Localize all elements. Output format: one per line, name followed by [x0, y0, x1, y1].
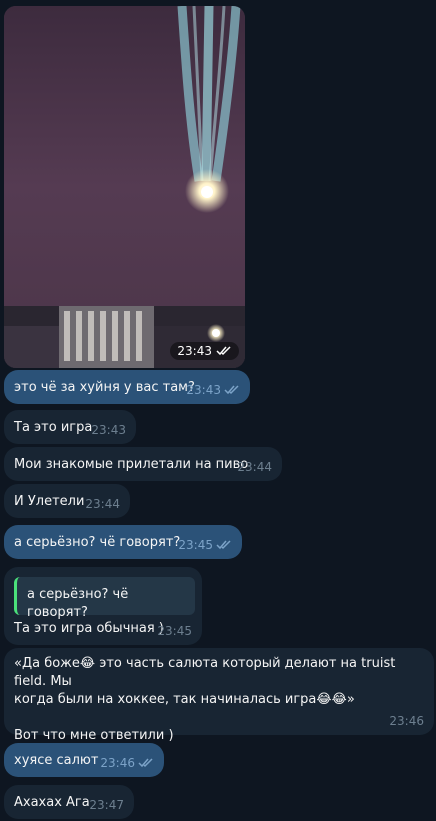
- incoming-message[interactable]: И Улетели 23:44: [4, 484, 130, 518]
- incoming-message[interactable]: Ахахах Ага 23:47: [4, 785, 134, 819]
- read-checkmarks-icon: [224, 385, 240, 395]
- incoming-message[interactable]: «Да боже😂 это часть салюта который делаю…: [4, 648, 434, 743]
- photo-timestamp: 23:43: [170, 342, 239, 360]
- incoming-reply-message[interactable]: а серьёзно? чё говорят? Та это игра обыч…: [4, 567, 202, 645]
- message-meta: 23:45: [178, 536, 232, 554]
- chat-area: 23:43 это чё за хуйня у вас там? 23:43 Т…: [0, 0, 436, 821]
- message-text: хуясе салют: [14, 753, 99, 768]
- message-time: 23:43: [186, 383, 221, 397]
- message-text: И Улетели: [14, 494, 85, 509]
- message-time: 23:43: [91, 423, 126, 437]
- message-meta: 23:45: [157, 622, 192, 640]
- message-text: Мои знакомые прилетали на пиво: [14, 457, 249, 472]
- message-time: 23:47: [89, 798, 124, 812]
- read-checkmarks-icon: [216, 540, 232, 550]
- reply-quote[interactable]: а серьёзно? чё говорят?: [14, 577, 195, 620]
- read-checkmarks-icon: [216, 346, 232, 356]
- reply-quote-text: а серьёзно? чё говорят?: [27, 587, 129, 620]
- message-meta: 23:47: [89, 796, 124, 814]
- message-text: когда были на хоккее, так начиналась игр…: [14, 692, 317, 707]
- message-meta: 23:44: [237, 458, 272, 476]
- photo-message[interactable]: 23:43: [4, 6, 245, 368]
- message-time: 23:44: [237, 460, 272, 474]
- message-time: 23:44: [85, 497, 120, 511]
- message-meta: 23:46: [100, 754, 154, 772]
- outgoing-message[interactable]: хуясе салют 23:46: [4, 743, 164, 777]
- message-meta: 23:43: [186, 381, 240, 399]
- outgoing-message[interactable]: а серьёзно? чё говорят? 23:45: [4, 525, 242, 559]
- message-text: Ахахах Ага: [14, 795, 90, 810]
- laughing-emoji-icon: 😂: [79, 656, 96, 671]
- incoming-message[interactable]: Та это игра 23:43: [4, 410, 136, 444]
- message-meta: 23:43: [91, 421, 126, 439]
- message-text: это чё за хуйня у вас там?: [14, 380, 195, 395]
- photo-time: 23:43: [177, 344, 212, 358]
- outgoing-message[interactable]: это чё за хуйня у вас там? 23:43: [4, 370, 250, 404]
- message-time: 23:46: [389, 714, 424, 728]
- message-text: «Да боже: [14, 656, 80, 671]
- message-line-1: «Да боже😂 это часть салюта который делаю…: [14, 655, 426, 691]
- read-checkmarks-icon: [138, 758, 154, 768]
- message-time: 23:45: [178, 538, 213, 552]
- message-meta: 23:44: [85, 495, 120, 513]
- incoming-message[interactable]: Мои знакомые прилетали на пиво 23:44: [4, 447, 282, 481]
- message-meta: 23:46: [389, 712, 424, 730]
- message-time: 23:46: [100, 756, 135, 770]
- message-text: »: [346, 692, 355, 707]
- message-text: а серьёзно? чё говорят?: [14, 535, 181, 550]
- laughing-emoji-icon: 😂: [331, 692, 347, 707]
- message-text-block: «Да боже😂 это часть салюта который делаю…: [14, 655, 426, 745]
- night-sky-photo: [4, 6, 245, 368]
- message-time: 23:45: [157, 624, 192, 638]
- laughing-emoji-icon: 😂: [316, 692, 332, 707]
- message-text: Та это игра: [14, 420, 93, 435]
- message-text: Та это игра обычная ): [14, 621, 164, 636]
- message-line-2: когда были на хоккее, так начиналась игр…: [14, 691, 426, 709]
